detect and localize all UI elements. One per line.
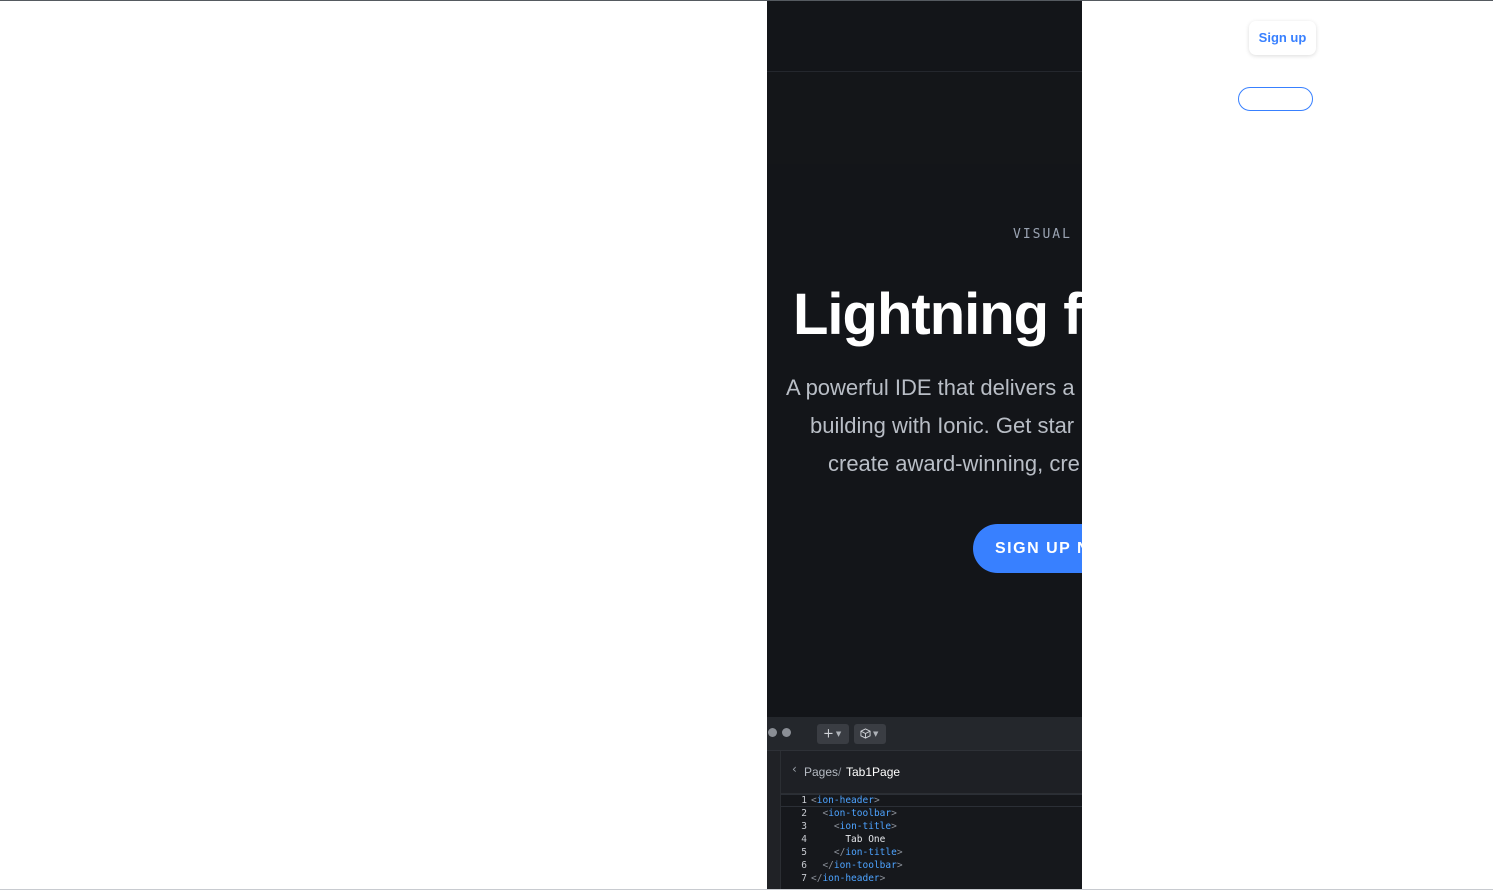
code-tag: ion-title <box>845 847 897 858</box>
code-line: 3 <ion-title> <box>781 820 1082 833</box>
plus-icon: + <box>823 726 834 742</box>
code-punctuation: > <box>891 808 897 819</box>
outline-button[interactable] <box>1238 87 1313 111</box>
line-number: 6 <box>801 860 807 871</box>
hero-panel: VISUAL M Lightning fa A powerful IDE tha… <box>767 1 1082 889</box>
code-text: <ion-header> <box>811 794 880 807</box>
breadcrumb-parent[interactable]: Pages <box>804 765 838 779</box>
code-punctuation: </ <box>822 860 834 871</box>
hero-subtitle-line: A powerful IDE that delivers a <box>786 375 1075 400</box>
chevron-left-icon[interactable]: ‹ <box>792 762 797 776</box>
code-content: Tab One <box>845 834 886 845</box>
code-tag: ion-toolbar <box>828 808 892 819</box>
component-library-button[interactable]: ▼ <box>854 724 886 744</box>
sign-up-button[interactable]: Sign up <box>1249 21 1316 55</box>
code-tag: ion-header <box>822 873 880 884</box>
hero-headline: Lightning fa <box>793 282 1082 347</box>
code-tag: ion-toolbar <box>833 860 897 871</box>
top-divider <box>0 0 1493 1</box>
code-text: </ion-title> <box>811 846 903 859</box>
breadcrumb: ‹ Pages / Tab1Page <box>781 751 1082 794</box>
code-text: <ion-toolbar> <box>811 807 897 820</box>
ide-side-gutter <box>767 751 781 889</box>
sign-up-now-button[interactable]: SIGN UP N <box>973 524 1082 573</box>
code-punctuation: > <box>891 821 897 832</box>
ide-preview: + ▼ ▼ ‹ Pages / Tab1Page 1 <ion-header> 2 <… <box>767 717 1082 889</box>
code-punctuation: > <box>873 795 880 806</box>
code-punctuation: </ <box>811 873 823 884</box>
line-number: 4 <box>801 834 807 845</box>
code-line: 6 </ion-toolbar> <box>781 859 1082 872</box>
line-number: 2 <box>801 808 807 819</box>
hero-header-bar <box>767 1 1082 72</box>
line-number: 3 <box>801 821 807 832</box>
code-punctuation: </ <box>833 847 846 858</box>
hero-subtitle-line: building with Ionic. Get star <box>810 413 1075 438</box>
code-text: Tab One <box>811 833 885 846</box>
code-tag: ion-header <box>816 795 874 806</box>
code-text: </ion-toolbar> <box>811 859 903 872</box>
code-punctuation: > <box>896 860 903 871</box>
code-punctuation: > <box>879 873 886 884</box>
window-dot <box>782 728 791 737</box>
line-number: 1 <box>801 795 807 806</box>
code-text: <ion-title> <box>811 820 897 833</box>
hero-subtitle-line: create award-winning, cre <box>828 451 1080 476</box>
page: VISUAL M Lightning fa A powerful IDE tha… <box>0 0 1493 891</box>
breadcrumb-separator: / <box>838 765 842 779</box>
code-line: 5 </ion-title> <box>781 846 1082 859</box>
window-dot <box>768 728 777 737</box>
code-line: 4 Tab One <box>781 833 1082 846</box>
code-tag: ion-title <box>839 821 892 832</box>
code-line: 1 <ion-header> <box>781 794 1082 807</box>
hero-band <box>767 72 1082 164</box>
bottom-divider <box>0 889 1493 890</box>
breadcrumb-current: Tab1Page <box>846 765 901 779</box>
cube-icon <box>860 727 871 739</box>
code-line: 2 <ion-toolbar> <box>781 807 1082 820</box>
code-line: 7 </ion-header> <box>781 872 1082 885</box>
chevron-down-icon: ▼ <box>835 730 842 738</box>
chevron-down-icon: ▼ <box>873 730 879 738</box>
ide-toolbar: + ▼ ▼ <box>767 717 1082 751</box>
line-number: 7 <box>801 873 807 884</box>
add-component-button[interactable]: + ▼ <box>817 724 849 744</box>
code-editor[interactable]: 1 <ion-header> 2 <ion-toolbar> 3 <ion-title… <box>781 794 1082 889</box>
code-text: </ion-header> <box>811 872 885 885</box>
hero-eyebrow: VISUAL M <box>1013 227 1082 242</box>
line-number: 5 <box>801 847 807 858</box>
code-punctuation: > <box>896 847 903 858</box>
